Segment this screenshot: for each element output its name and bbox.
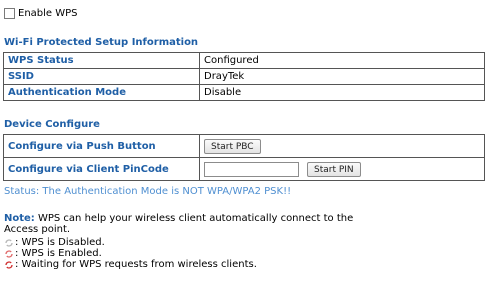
legend-item: : WPS is Enabled. [4, 248, 257, 259]
wps-waiting-icon [5, 260, 13, 269]
enable-wps-label: Enable WPS [18, 7, 78, 19]
auth-mode-value: Disable [199, 84, 485, 101]
pin-code-label: Configure via Client PinCode [3, 157, 200, 181]
wps-legend: : WPS is Disabled. : WPS is Enabled. : W… [4, 237, 257, 270]
enable-wps-checkbox[interactable] [4, 7, 15, 19]
table-row: Configure via Client PinCode Start PIN [3, 157, 485, 181]
note-label: Note: [4, 213, 35, 224]
note-text: WPS can help your wireless client automa… [4, 213, 354, 235]
ssid-label: SSID [3, 68, 200, 85]
wps-status-value: Configured [199, 52, 485, 69]
wps-status-label: WPS Status [3, 52, 200, 69]
legend-item: : Waiting for WPS requests from wireless… [4, 259, 257, 270]
wps-disabled-icon [5, 238, 13, 247]
table-row: WPS Status Configured [3, 52, 485, 69]
start-pin-button[interactable]: Start PIN [307, 161, 361, 177]
push-button-label: Configure via Push Button [3, 134, 200, 158]
table-row: SSID DrayTek [3, 68, 485, 85]
status-message: Status: The Authentication Mode is NOT W… [4, 186, 292, 197]
wps-info-table: WPS Status Configured SSID DrayTek Authe… [3, 52, 485, 101]
device-configure-table: Configure via Push Button Start PBC Conf… [3, 134, 485, 181]
legend-text-waiting: : Waiting for WPS requests from wireless… [15, 259, 257, 270]
note-block: Note: WPS can help your wireless client … [4, 213, 374, 235]
legend-text-disabled: : WPS is Disabled. [15, 237, 105, 248]
legend-text-enabled: : WPS is Enabled. [15, 248, 102, 259]
enable-wps-row[interactable]: Enable WPS [4, 5, 78, 21]
wps-enabled-icon [5, 249, 13, 258]
wps-info-title: Wi-Fi Protected Setup Information [4, 37, 199, 48]
device-configure-title: Device Configure [4, 119, 100, 130]
table-row: Configure via Push Button Start PBC [3, 134, 485, 158]
start-pbc-button[interactable]: Start PBC [204, 138, 261, 154]
auth-mode-label: Authentication Mode [3, 84, 200, 101]
pin-code-input[interactable] [204, 161, 299, 177]
legend-item: : WPS is Disabled. [4, 237, 257, 248]
ssid-value: DrayTek [199, 68, 485, 85]
table-row: Authentication Mode Disable [3, 84, 485, 101]
